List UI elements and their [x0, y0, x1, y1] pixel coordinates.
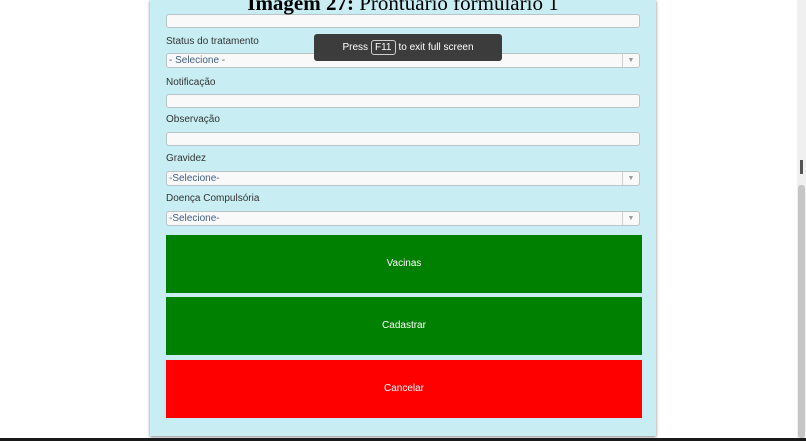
status-tratamento-label: Status do tratamento — [166, 36, 259, 47]
chevron-down-icon: ▼ — [622, 54, 639, 67]
vacinas-button[interactable]: Vacinas — [166, 235, 642, 293]
figure-caption: Imagem 27: Prontuário formulário 1 — [0, 0, 806, 15]
observacao-label: Observação — [166, 114, 220, 125]
doenca-compulsoria-value: -Selecione- — [169, 213, 220, 224]
status-tratamento-value: - Selecione - — [169, 55, 226, 66]
page-scrollbar[interactable] — [797, 0, 806, 438]
chevron-down-icon: ▼ — [622, 212, 639, 225]
doenca-compulsoria-select[interactable]: -Selecione- ▼ — [166, 211, 640, 226]
scrollbar-marker — [800, 160, 803, 174]
browser-viewport: Status do tratamento - Selecione - ▼ Not… — [0, 0, 806, 438]
observacao-input[interactable] — [166, 132, 640, 146]
notificacao-label: Notificação — [166, 77, 216, 88]
cadastrar-button[interactable]: Cadastrar — [166, 297, 642, 355]
bottom-divider — [0, 438, 806, 441]
cancelar-button[interactable]: Cancelar — [166, 360, 642, 418]
doenca-compulsoria-label: Doença Compulsória — [166, 193, 260, 204]
gravidez-select[interactable]: -Selecione- ▼ — [166, 171, 640, 186]
notificacao-input[interactable] — [166, 94, 640, 108]
gravidez-value: -Selecione- — [169, 173, 220, 184]
chevron-down-icon: ▼ — [622, 172, 639, 185]
toast-text-after: to exit full screen — [398, 42, 474, 53]
form-panel: Status do tratamento - Selecione - ▼ Not… — [150, 0, 656, 436]
caption-text: Prontuário formulário 1 — [354, 0, 559, 15]
fullscreen-toast: Press F11 to exit full screen — [314, 34, 502, 61]
caption-prefix: Imagem 27: — [247, 0, 354, 15]
previous-field-input[interactable] — [166, 14, 640, 28]
f11-key-badge: F11 — [371, 40, 396, 55]
scrollbar-thumb[interactable] — [798, 185, 805, 438]
toast-text-before: Press — [342, 42, 368, 53]
gravidez-label: Gravidez — [166, 153, 207, 164]
